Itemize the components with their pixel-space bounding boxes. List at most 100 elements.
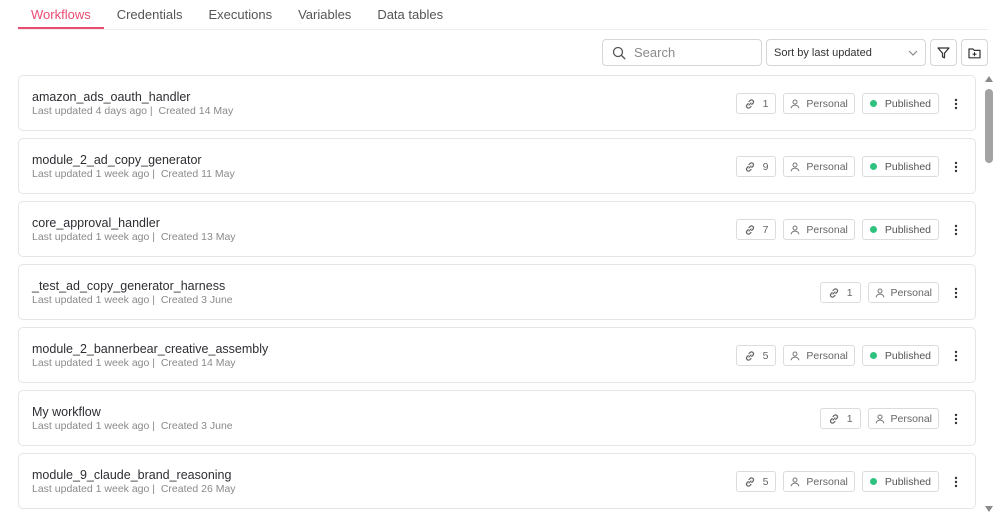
more-actions-button[interactable]: [949, 156, 963, 177]
created-date: Created 14 May: [160, 357, 236, 369]
status-badge: Published: [861, 93, 939, 114]
workflow-card[interactable]: core_approval_handler Last updated 1 week…: [18, 201, 976, 257]
tab-credentials[interactable]: Credentials: [104, 0, 196, 29]
last-updated: Last updated 1 week ago: [32, 231, 150, 243]
workflow-meta: Last updated 1 week ago | Created 11 May: [32, 168, 235, 180]
tab-variables[interactable]: Variables: [285, 0, 364, 29]
scrollbar[interactable]: [984, 76, 994, 512]
workflow-badges: 5 Personal Published: [729, 345, 963, 366]
shared-links-badge[interactable]: 1: [819, 408, 861, 429]
sort-select[interactable]: Sort by last updated: [766, 39, 926, 66]
workflow-badges: 1 Personal: [813, 408, 963, 429]
user-icon: [791, 477, 800, 486]
links-count: 1: [762, 97, 769, 110]
links-count: 9: [762, 160, 769, 173]
status-label: Published: [884, 349, 931, 362]
status-badge: Published: [861, 471, 939, 492]
workflow-badges: 7 Personal Published: [729, 219, 963, 240]
workflow-name[interactable]: module_2_ad_copy_generator: [32, 153, 202, 167]
user-icon: [875, 288, 884, 297]
shared-links-badge[interactable]: 1: [735, 93, 777, 114]
link-icon: [829, 413, 838, 424]
owner-label: Personal: [890, 412, 932, 425]
more-vertical-icon: [954, 476, 958, 487]
tab-executions[interactable]: Executions: [195, 0, 285, 29]
workflow-card[interactable]: module_2_ad_copy_generator Last updated 1…: [18, 138, 976, 194]
scroll-thumb[interactable]: [985, 89, 993, 163]
filter-button[interactable]: [930, 39, 957, 66]
workflow-meta: Last updated 4 days ago | Created 14 May: [32, 105, 234, 117]
last-updated: Last updated 1 week ago: [32, 357, 150, 369]
tab-bar: Workflows Credentials Executions Variabl…: [18, 0, 456, 30]
scroll-down-arrow[interactable]: [985, 506, 993, 512]
shared-links-badge[interactable]: 7: [735, 219, 777, 240]
workflow-meta: Last updated 1 week ago | Created 26 May: [32, 483, 236, 495]
workflow-badges: 1 Personal: [813, 282, 963, 303]
workflow-name[interactable]: _test_ad_copy_generator_harness: [32, 279, 225, 293]
created-date: Created 13 May: [160, 231, 236, 243]
workflow-card[interactable]: _test_ad_copy_generator_harness Last upda…: [18, 264, 976, 320]
more-actions-button[interactable]: [949, 219, 963, 240]
workflow-name[interactable]: amazon_ads_oauth_handler: [32, 90, 190, 104]
status-badge: Published: [861, 219, 939, 240]
last-updated: Last updated 1 week ago: [32, 168, 150, 180]
link-icon: [745, 161, 754, 172]
link-icon: [829, 287, 838, 298]
more-actions-button[interactable]: [949, 408, 963, 429]
workflow-name[interactable]: module_9_claude_brand_reasoning: [32, 468, 231, 482]
user-icon: [791, 162, 800, 171]
link-icon: [745, 98, 754, 109]
workflow-meta: Last updated 1 week ago | Created 3 June: [32, 294, 233, 306]
user-icon: [791, 225, 800, 234]
more-actions-button[interactable]: [949, 345, 963, 366]
link-icon: [745, 224, 754, 235]
workflow-badges: 1 Personal Published: [729, 93, 963, 114]
shared-links-badge[interactable]: 9: [735, 156, 777, 177]
workflow-card[interactable]: module_2_bannerbear_creative_assembly Las…: [18, 327, 976, 383]
tab-workflows[interactable]: Workflows: [18, 0, 104, 29]
status-label: Published: [884, 160, 931, 173]
owner-badge: Personal: [783, 471, 855, 492]
status-badge: Published: [861, 345, 939, 366]
more-vertical-icon: [954, 161, 958, 172]
more-actions-button[interactable]: [949, 282, 963, 303]
links-count: 1: [846, 412, 853, 425]
shared-links-badge[interactable]: 5: [735, 471, 777, 492]
published-dot: [869, 352, 877, 359]
workflow-meta: Last updated 1 week ago | Created 14 May: [32, 357, 236, 369]
new-folder-button[interactable]: [961, 39, 988, 66]
more-actions-button[interactable]: [949, 471, 963, 492]
workflow-meta: Last updated 1 week ago | Created 3 June: [32, 420, 233, 432]
workflow-card[interactable]: My workflow Last updated 1 week ago | Cre…: [18, 390, 976, 446]
more-vertical-icon: [954, 350, 958, 361]
workflow-name[interactable]: My workflow: [32, 405, 101, 419]
filter-icon: [937, 46, 950, 58]
tab-data-tables[interactable]: Data tables: [364, 0, 456, 29]
status-label: Published: [884, 223, 931, 236]
more-vertical-icon: [954, 413, 958, 424]
workflow-name[interactable]: core_approval_handler: [32, 216, 160, 230]
workflow-name[interactable]: module_2_bannerbear_creative_assembly: [32, 342, 268, 356]
workflow-card[interactable]: module_9_claude_brand_reasoning Last upda…: [18, 453, 976, 509]
last-updated: Last updated 1 week ago: [32, 294, 150, 306]
user-icon: [875, 414, 884, 423]
owner-label: Personal: [806, 97, 848, 110]
search-input[interactable]: [634, 45, 744, 60]
last-updated: Last updated 4 days ago: [32, 105, 148, 117]
shared-links-badge[interactable]: 5: [735, 345, 777, 366]
more-actions-button[interactable]: [949, 93, 963, 114]
folder-plus-icon: [968, 47, 981, 58]
status-label: Published: [884, 475, 931, 488]
last-updated: Last updated 1 week ago: [32, 483, 150, 495]
more-vertical-icon: [954, 98, 958, 109]
workflow-card[interactable]: amazon_ads_oauth_handler Last updated 4 d…: [18, 75, 976, 131]
links-count: 5: [762, 475, 769, 488]
shared-links-badge[interactable]: 1: [819, 282, 861, 303]
workflow-badges: 9 Personal Published: [729, 156, 963, 177]
owner-label: Personal: [806, 475, 848, 488]
scroll-up-arrow[interactable]: [985, 76, 993, 82]
search-box[interactable]: [602, 39, 762, 66]
owner-badge: Personal: [783, 345, 855, 366]
owner-badge: Personal: [783, 156, 855, 177]
last-updated: Last updated 1 week ago: [32, 420, 150, 432]
